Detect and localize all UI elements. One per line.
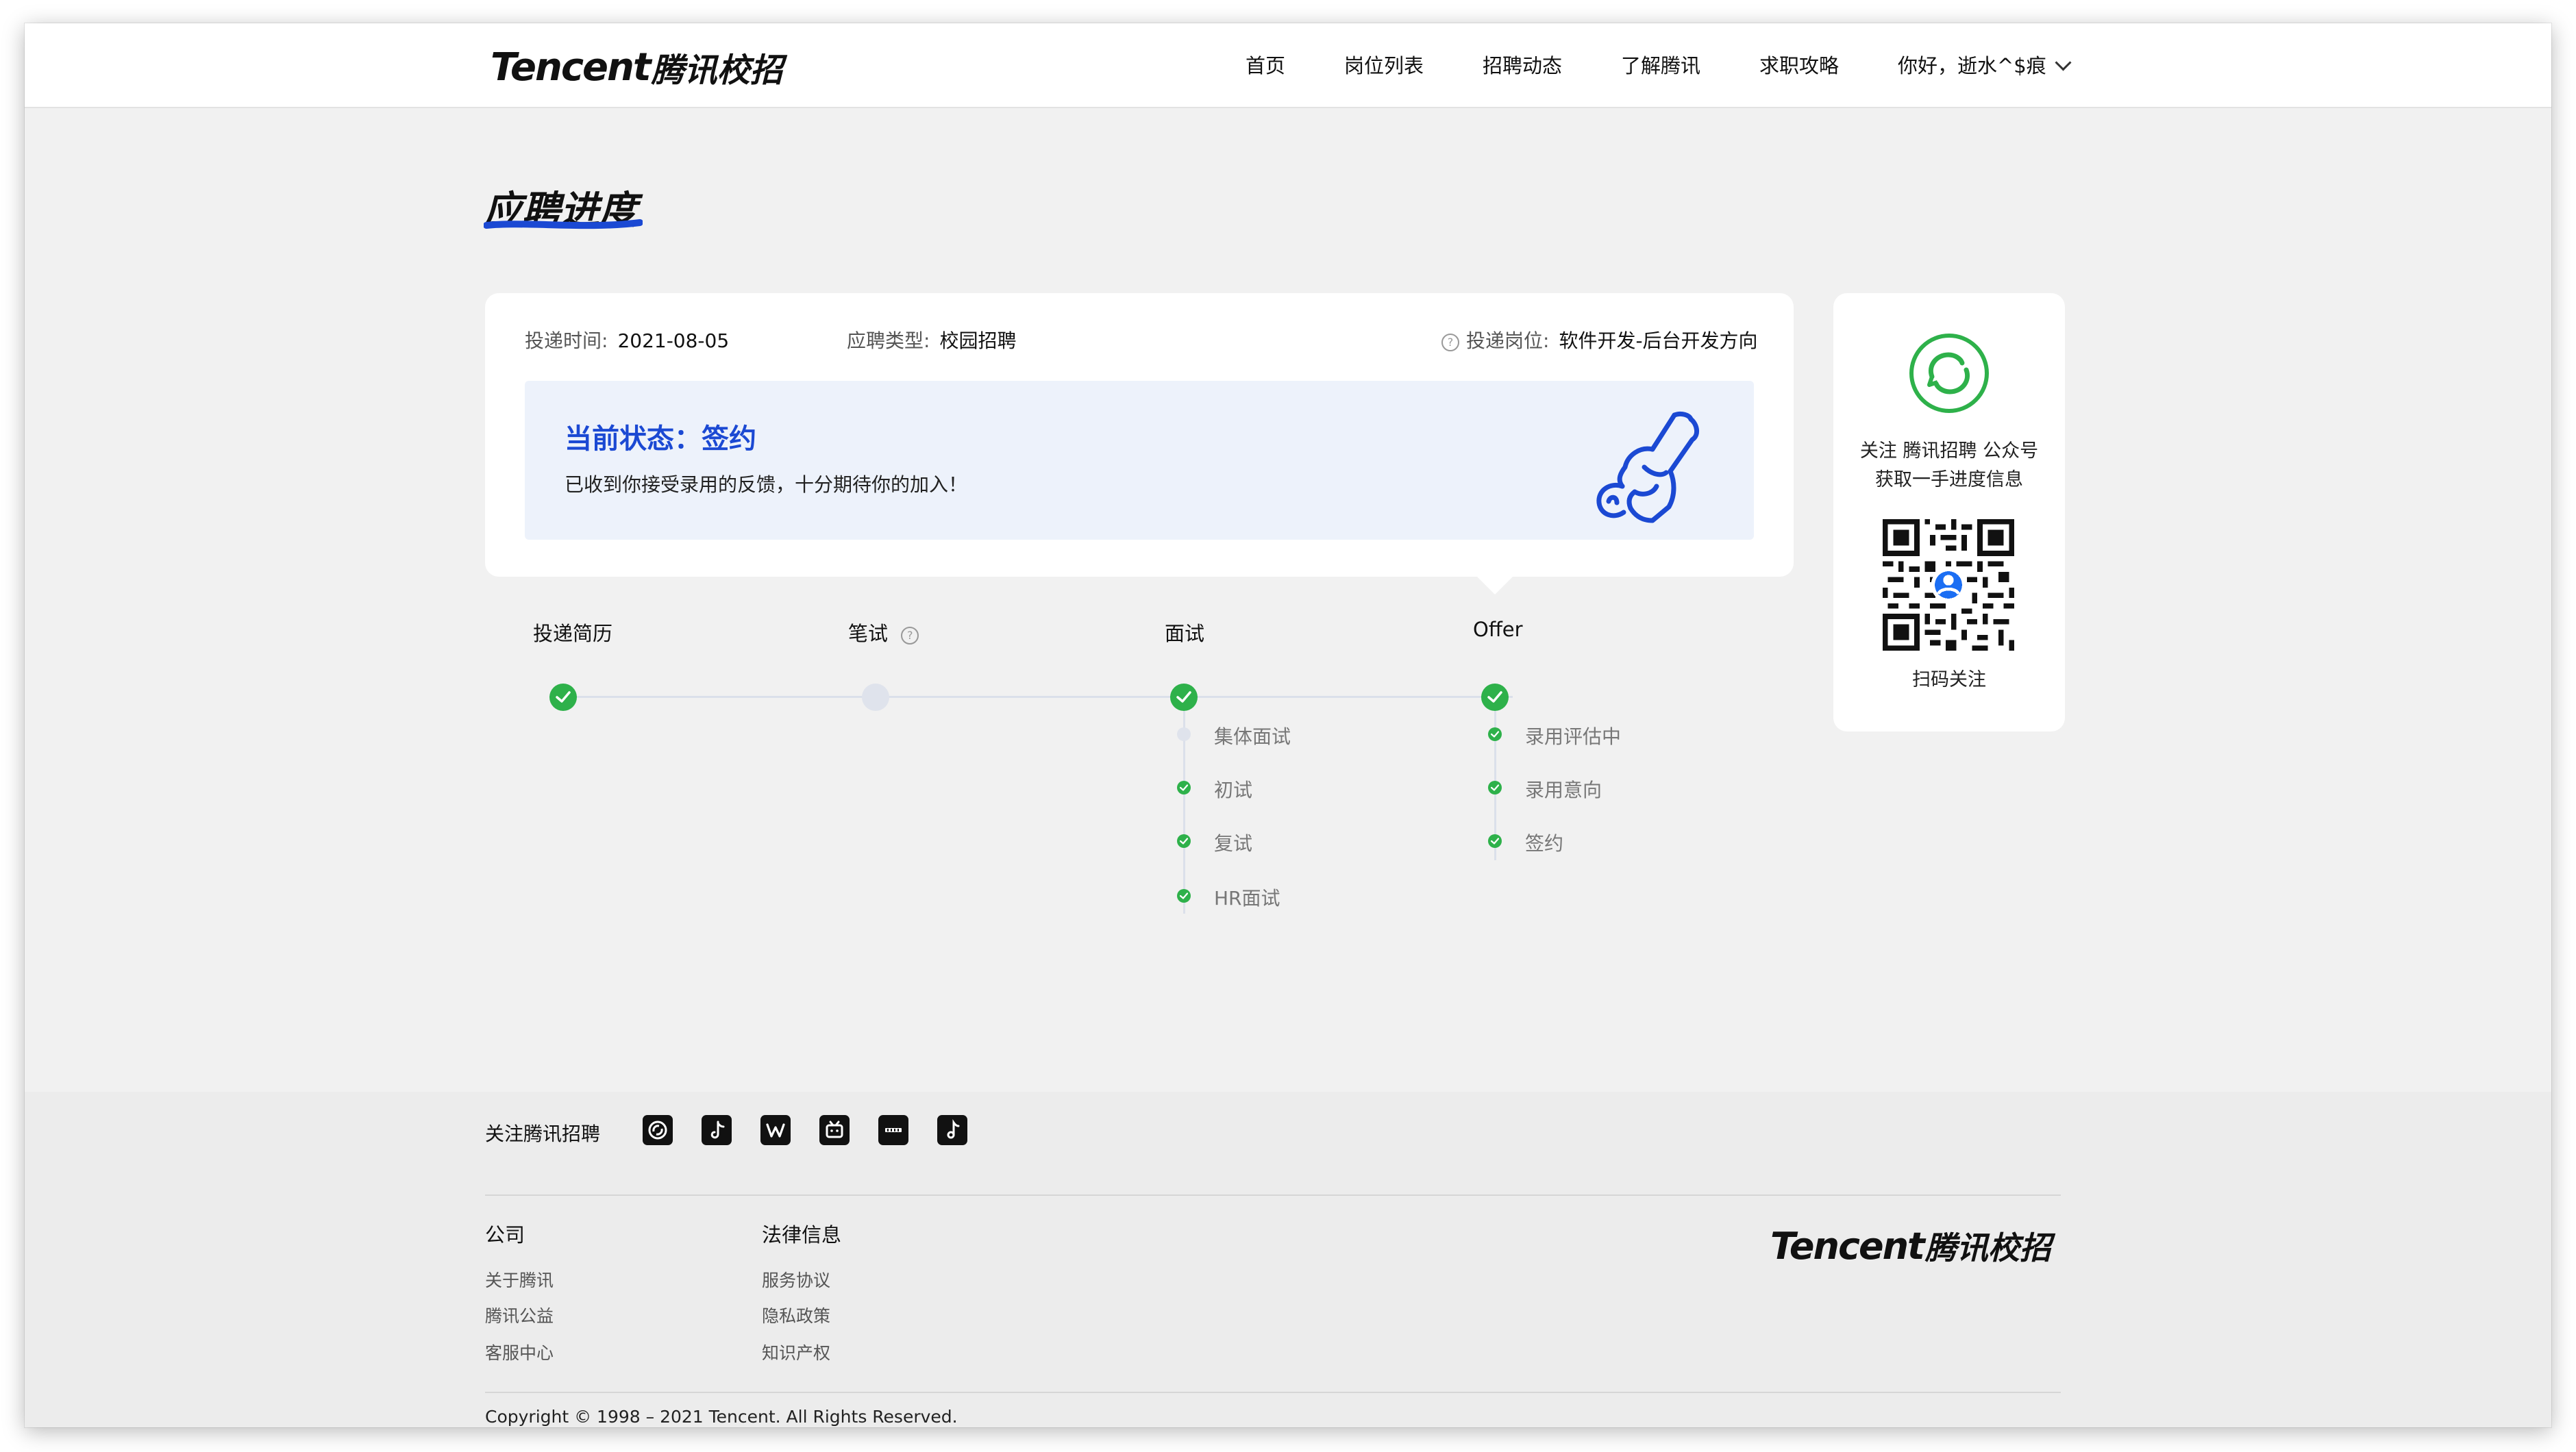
substep-dot-group-interview bbox=[1177, 727, 1191, 741]
wechat-official-account-icon bbox=[1909, 334, 1989, 413]
progress-line bbox=[565, 696, 1513, 698]
stage-dot-resume-done-icon bbox=[549, 684, 577, 711]
substep-dot-intent-check-icon bbox=[1488, 781, 1502, 794]
applied-position-label: 投递岗位: bbox=[1466, 329, 1550, 352]
footer-link-support[interactable]: 客服中心 bbox=[485, 1340, 554, 1364]
handshake-scroll-illustration-icon bbox=[1596, 411, 1699, 523]
stage-dot-interview-done-icon bbox=[1170, 684, 1198, 711]
top-navigation-bar: Tencent 腾讯校招 首页 岗位列表 招聘动态 了解腾讯 求职攻略 你好，逝… bbox=[25, 23, 2551, 108]
main-nav: 首页 岗位列表 招聘动态 了解腾讯 求职攻略 你好，逝水^$痕 bbox=[25, 45, 2551, 86]
bilibili-icon[interactable] bbox=[819, 1115, 850, 1145]
douyin-icon[interactable] bbox=[702, 1115, 732, 1145]
help-icon[interactable]: ? bbox=[901, 627, 919, 644]
xiaohongshu-icon[interactable] bbox=[878, 1115, 908, 1145]
application-type-label: 应聘类型: bbox=[847, 329, 930, 352]
footer-link-ip[interactable]: 知识产权 bbox=[762, 1340, 830, 1364]
substep-dot-first-interview-check-icon bbox=[1177, 781, 1191, 794]
applied-position-value: 软件开发-后台开发方向 bbox=[1559, 329, 1758, 352]
stage-label-interview: 面试 bbox=[1165, 622, 1205, 645]
nav-item-guide[interactable]: 求职攻略 bbox=[1759, 45, 1839, 86]
nav-item-news[interactable]: 招聘动态 bbox=[1483, 45, 1562, 86]
substep-label-second-interview: 复试 bbox=[1214, 832, 1253, 855]
nav-item-jobs[interactable]: 岗位列表 bbox=[1344, 45, 1424, 86]
substep-label-hr-interview: HR面试 bbox=[1214, 887, 1280, 910]
user-menu[interactable]: 你好，逝水^$痕 bbox=[1898, 45, 2072, 86]
stage-label-written-test: 笔试 ? bbox=[848, 618, 919, 647]
footer-company-title: 公司 bbox=[485, 1223, 525, 1247]
wechat-icon[interactable] bbox=[643, 1115, 673, 1145]
submit-time-label: 投递时间: bbox=[525, 329, 608, 352]
stage-dot-offer-done-icon bbox=[1481, 684, 1509, 711]
substep-dot-second-interview-check-icon bbox=[1177, 834, 1191, 848]
browser-window: Tencent 腾讯校招 首页 岗位列表 招聘动态 了解腾讯 求职攻略 你好，逝… bbox=[25, 23, 2551, 1427]
title-underline-decoration bbox=[484, 219, 643, 229]
current-status-description: 已收到你接受录用的反馈，十分期待你的加入！ bbox=[565, 473, 968, 496]
current-status-title: 当前状态：签约 bbox=[565, 423, 756, 455]
submit-time: 投递时间: 2021-08-05 bbox=[525, 327, 729, 355]
footer-divider bbox=[485, 1392, 2061, 1393]
footer-divider bbox=[485, 1194, 2061, 1196]
footer-link-terms[interactable]: 服务协议 bbox=[762, 1267, 830, 1292]
stage-label-written-test-text: 笔试 bbox=[848, 622, 889, 645]
application-type: 应聘类型: 校园招聘 bbox=[847, 327, 1016, 355]
footer-link-privacy[interactable]: 隐私政策 bbox=[762, 1303, 830, 1327]
tiktok-icon[interactable] bbox=[937, 1115, 967, 1145]
qr-card-line2: 获取一手进度信息 bbox=[1875, 469, 2023, 490]
footer-logo-text-en: Tencent bbox=[1770, 1224, 1925, 1268]
application-type-value: 校园招聘 bbox=[939, 329, 1017, 352]
stage-label-offer: Offer bbox=[1473, 618, 1523, 641]
footer-follow-label: 关注腾讯招聘 bbox=[485, 1123, 601, 1145]
footer-link-charity[interactable]: 腾讯公益 bbox=[485, 1303, 554, 1327]
page-footer: 关注腾讯招聘 公司 关于腾讯 腾讯公益 客服中心 法律信息 服务协议 隐私政策 … bbox=[25, 1092, 2551, 1427]
substep-label-signed: 签约 bbox=[1525, 832, 1564, 855]
qr-card-line1: 关注 腾讯招聘 公众号 bbox=[1859, 440, 2039, 462]
application-status-card: 投递时间: 2021-08-05 应聘类型: 校园招聘 ? 投递岗位: 软件开发-后台开… bbox=[485, 293, 1794, 577]
weibo-icon[interactable] bbox=[760, 1115, 791, 1145]
substep-dot-hr-interview-check-icon bbox=[1177, 889, 1191, 903]
nav-item-home[interactable]: 首页 bbox=[1246, 45, 1285, 86]
help-icon[interactable]: ? bbox=[1441, 334, 1459, 351]
submit-time-value: 2021-08-05 bbox=[617, 329, 730, 352]
applied-position: ? 投递岗位: 软件开发-后台开发方向 bbox=[1441, 327, 1758, 355]
interview-substep-line bbox=[1183, 711, 1185, 914]
substep-label-group-interview: 集体面试 bbox=[1214, 725, 1291, 748]
stage-label-resume: 投递简历 bbox=[533, 622, 613, 645]
wechat-follow-card: 关注 腾讯招聘 公众号 获取一手进度信息 扫码关注 bbox=[1833, 293, 2065, 731]
substep-dot-signed-check-icon bbox=[1488, 834, 1502, 848]
footer-legal-title: 法律信息 bbox=[762, 1223, 842, 1247]
substep-label-first-interview: 初试 bbox=[1214, 779, 1253, 801]
stage-dot-written-test-pending bbox=[862, 684, 889, 711]
footer-tencent-logo: Tencent 腾讯校招 bbox=[1770, 1222, 2051, 1270]
substep-label-intent: 录用意向 bbox=[1525, 779, 1602, 801]
substep-label-evaluation: 录用评估中 bbox=[1525, 725, 1622, 748]
copyright-text: Copyright © 1998 – 2021 Tencent. All Rig… bbox=[485, 1407, 958, 1427]
current-status-panel: 当前状态：签约 已收到你接受录用的反馈，十分期待你的加入！ bbox=[525, 381, 1754, 540]
status-card-pointer bbox=[1476, 575, 1514, 594]
footer-link-about[interactable]: 关于腾讯 bbox=[485, 1267, 554, 1292]
nav-item-about[interactable]: 了解腾讯 bbox=[1621, 45, 1700, 86]
substep-dot-evaluation-check-icon bbox=[1488, 727, 1502, 741]
chevron-down-icon bbox=[2055, 54, 2072, 71]
qr-code-image bbox=[1883, 519, 2014, 651]
qr-scan-label: 扫码关注 bbox=[1912, 669, 1986, 690]
user-greeting: 你好，逝水^$痕 bbox=[1898, 54, 2046, 77]
footer-logo-text-cn: 腾讯校招 bbox=[1924, 1229, 2051, 1266]
